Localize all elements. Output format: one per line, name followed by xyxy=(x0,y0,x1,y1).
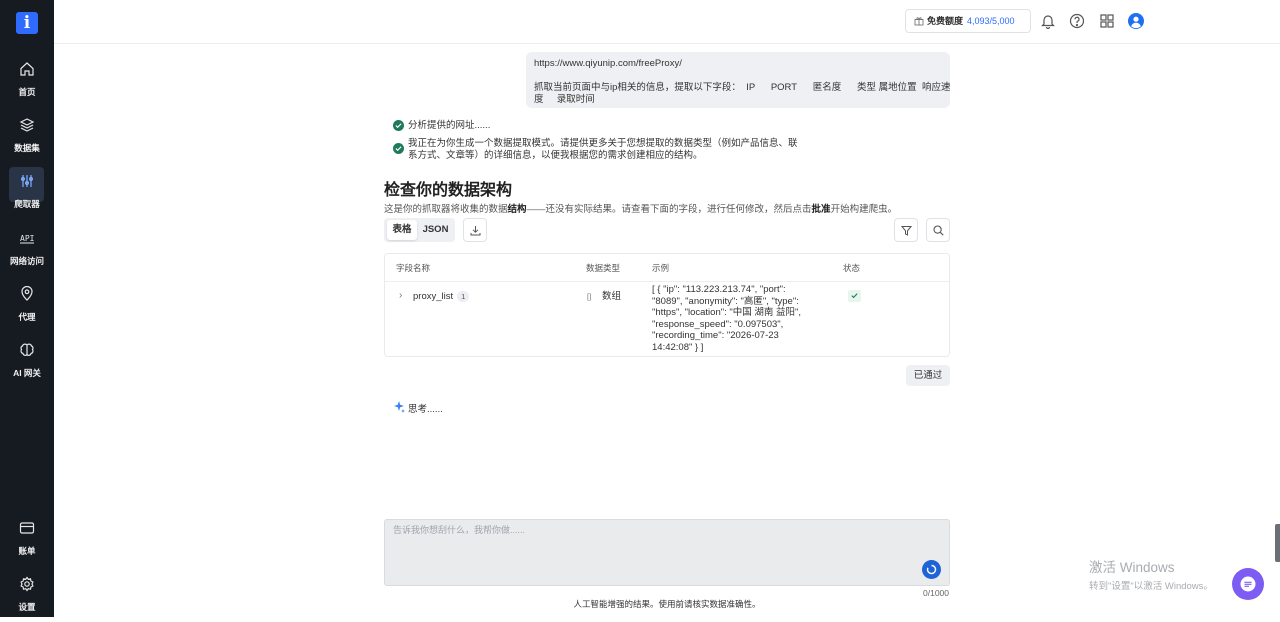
user-avatar-icon[interactable] xyxy=(1128,13,1144,29)
desc-text: ——还没有实际结果。请查看下面的字段，进行任何修改，然后点击 xyxy=(526,204,812,215)
api-icon: API xyxy=(20,234,35,244)
help-icon[interactable] xyxy=(1069,13,1085,29)
user-message-url: https://www.qiyunip.com/freeProxy/ xyxy=(534,58,682,69)
approved-button[interactable]: 已通过 xyxy=(906,365,950,386)
char-count: 0/1000 xyxy=(923,588,949,598)
sparkle-icon xyxy=(394,401,405,413)
windows-activation-watermark: 激活 Windows 转到"设置"以激活 Windows。 xyxy=(1089,556,1213,592)
example-line: "response_speed": "0.097503", xyxy=(652,318,784,330)
side-edge-tab[interactable] xyxy=(1275,524,1280,562)
tab-json[interactable]: JSON xyxy=(419,220,452,240)
app-logo[interactable]: i xyxy=(16,12,38,34)
loading-spinner-icon xyxy=(926,564,937,575)
sidebar-item-billing[interactable]: 账单 xyxy=(0,520,54,566)
ai-step-generate: 我正在为你生成一个数据提取模式。请提供更多关于您想提取的数据类型（例如产品信息、… xyxy=(393,138,798,162)
example-line: "8089", "anonymity": "高匿", "type": xyxy=(652,295,799,307)
sidebar-item-label: 首页 xyxy=(18,87,36,97)
sidebar-item-crawler[interactable]: 爬取器 xyxy=(0,167,54,219)
column-header: 数据类型 xyxy=(586,263,621,273)
desc-bold: 批准 xyxy=(811,204,831,215)
check-circle-icon xyxy=(393,120,404,131)
field-count-badge: 1 xyxy=(457,291,470,302)
example-line: "recording_time": "2026-07-23 xyxy=(652,330,779,342)
thinking-indicator: 思考...... xyxy=(393,401,443,415)
send-button[interactable] xyxy=(922,560,941,579)
sidebar-item-datasets[interactable]: 数据集 xyxy=(0,117,54,163)
sidebar-item-home[interactable]: 首页 xyxy=(0,61,54,107)
chat-input-box xyxy=(384,519,950,586)
download-button[interactable] xyxy=(463,218,487,242)
filter-icon xyxy=(901,226,912,236)
tab-table[interactable]: 表格 xyxy=(387,220,417,240)
location-pin-icon xyxy=(21,286,33,301)
array-type-icon: [] xyxy=(587,292,592,301)
search-button[interactable] xyxy=(926,218,950,242)
user-message-instruction-cont: 度 录取时间 xyxy=(534,94,595,105)
schema-title: 检查你的数据架构 xyxy=(384,182,513,199)
apps-grid-icon[interactable] xyxy=(1099,13,1115,29)
watermark-subtitle: 转到"设置"以激活 Windows。 xyxy=(1089,581,1213,592)
field-example: [ { "ip": "113.223.213.74", "port": "808… xyxy=(652,284,832,354)
sidebar-item-label: 数据集 xyxy=(14,143,40,153)
column-header: 状态 xyxy=(843,263,861,273)
sidebar-item-label: 爬取器 xyxy=(14,199,40,209)
column-header: 示例 xyxy=(652,263,670,273)
expand-chevron-icon[interactable]: › xyxy=(399,290,402,302)
sidebar-item-label: 网络访问 xyxy=(9,256,44,266)
gift-icon xyxy=(914,17,924,26)
ai-disclaimer: 人工智能增强的结果。使用前请核实数据准确性。 xyxy=(573,599,761,609)
status-approved-badge xyxy=(848,290,861,302)
sidebar-item-label: AI 网关 xyxy=(13,368,41,378)
brain-icon xyxy=(20,343,34,356)
example-line: 14:42:08" } ] xyxy=(652,341,704,353)
free-quota-badge[interactable]: 免费额度 4,093/5,000 xyxy=(905,9,1031,33)
sidebar: i 首页 数据集 爬取器 API 网络访问 代理 AI 网关 账单 设置 xyxy=(0,0,54,617)
ai-step-text: 我正在为你生成一个数据提取模式。请提供更多关于您想提取的数据类型（例如产品信息、… xyxy=(408,138,798,149)
home-icon xyxy=(20,62,34,76)
card-icon xyxy=(19,522,35,534)
user-message-instruction: 抓取当前页面中与ip相关的信息，提取以下字段： IP PORT 匿名度 类型 属… xyxy=(534,82,951,93)
column-header: 字段名称 xyxy=(396,263,431,273)
desc-text: 开始构建爬虫。 xyxy=(830,204,898,215)
watermark-title: 激活 Windows xyxy=(1089,560,1175,575)
field-name-text: proxy_list xyxy=(413,291,454,302)
check-circle-icon xyxy=(393,143,404,154)
chat-input[interactable] xyxy=(385,520,949,585)
sidebar-item-label: 账单 xyxy=(18,546,36,556)
schema-table: 字段名称 数据类型 示例 状态 › proxy_list 1 [] 数组 [ { … xyxy=(384,253,950,357)
desc-text: 这是你的抓取器将收集的数据 xyxy=(384,204,508,215)
header-divider xyxy=(385,281,949,282)
support-chat-button[interactable] xyxy=(1232,568,1264,600)
gear-icon xyxy=(20,576,34,592)
top-bar: 免费额度 4,093/5,000 xyxy=(54,0,1280,44)
database-icon xyxy=(19,118,35,132)
user-message: https://www.qiyunip.com/freeProxy/ 抓取当前页… xyxy=(526,52,950,108)
search-icon xyxy=(933,225,944,236)
ai-step-analyze: 分析提供的网址...... xyxy=(393,120,490,132)
sidebar-item-web-access[interactable]: API 网络访问 xyxy=(0,230,54,276)
sidebar-item-ai-gateway[interactable]: AI 网关 xyxy=(0,342,54,388)
thinking-text: 思考...... xyxy=(408,404,443,415)
sidebar-item-label: 代理 xyxy=(18,312,36,322)
ai-step-text: 分析提供的网址...... xyxy=(408,120,491,131)
filter-button[interactable] xyxy=(894,218,918,242)
view-toggle: 表格 JSON xyxy=(384,218,455,242)
svg-text:API: API xyxy=(20,234,35,243)
check-icon xyxy=(851,293,858,299)
bell-icon[interactable] xyxy=(1040,13,1056,29)
field-type: 数组 xyxy=(602,291,622,302)
example-line: [ { "ip": "113.223.213.74", "port": xyxy=(652,284,786,295)
quota-value: 4,093/5,000 xyxy=(967,16,1015,26)
ai-step-text-cont: 系方式、文章等）的详细信息，以便我根据您的需求创建相应的结构。 xyxy=(408,150,703,161)
sidebar-item-proxy[interactable]: 代理 xyxy=(0,286,54,332)
quota-label: 免费额度 xyxy=(927,16,964,26)
chat-bubble-icon xyxy=(1240,576,1256,592)
desc-bold: 结构 xyxy=(507,204,527,215)
field-name: proxy_list 1 xyxy=(413,291,470,303)
download-icon xyxy=(470,226,481,236)
example-line: "https", "location": "中国 湖南 益阳", xyxy=(652,307,802,319)
crawler-icon xyxy=(20,175,34,187)
schema-description: 这是你的抓取器将收集的数据结构——还没有实际结果。请查看下面的字段，进行任何修改… xyxy=(384,201,897,215)
